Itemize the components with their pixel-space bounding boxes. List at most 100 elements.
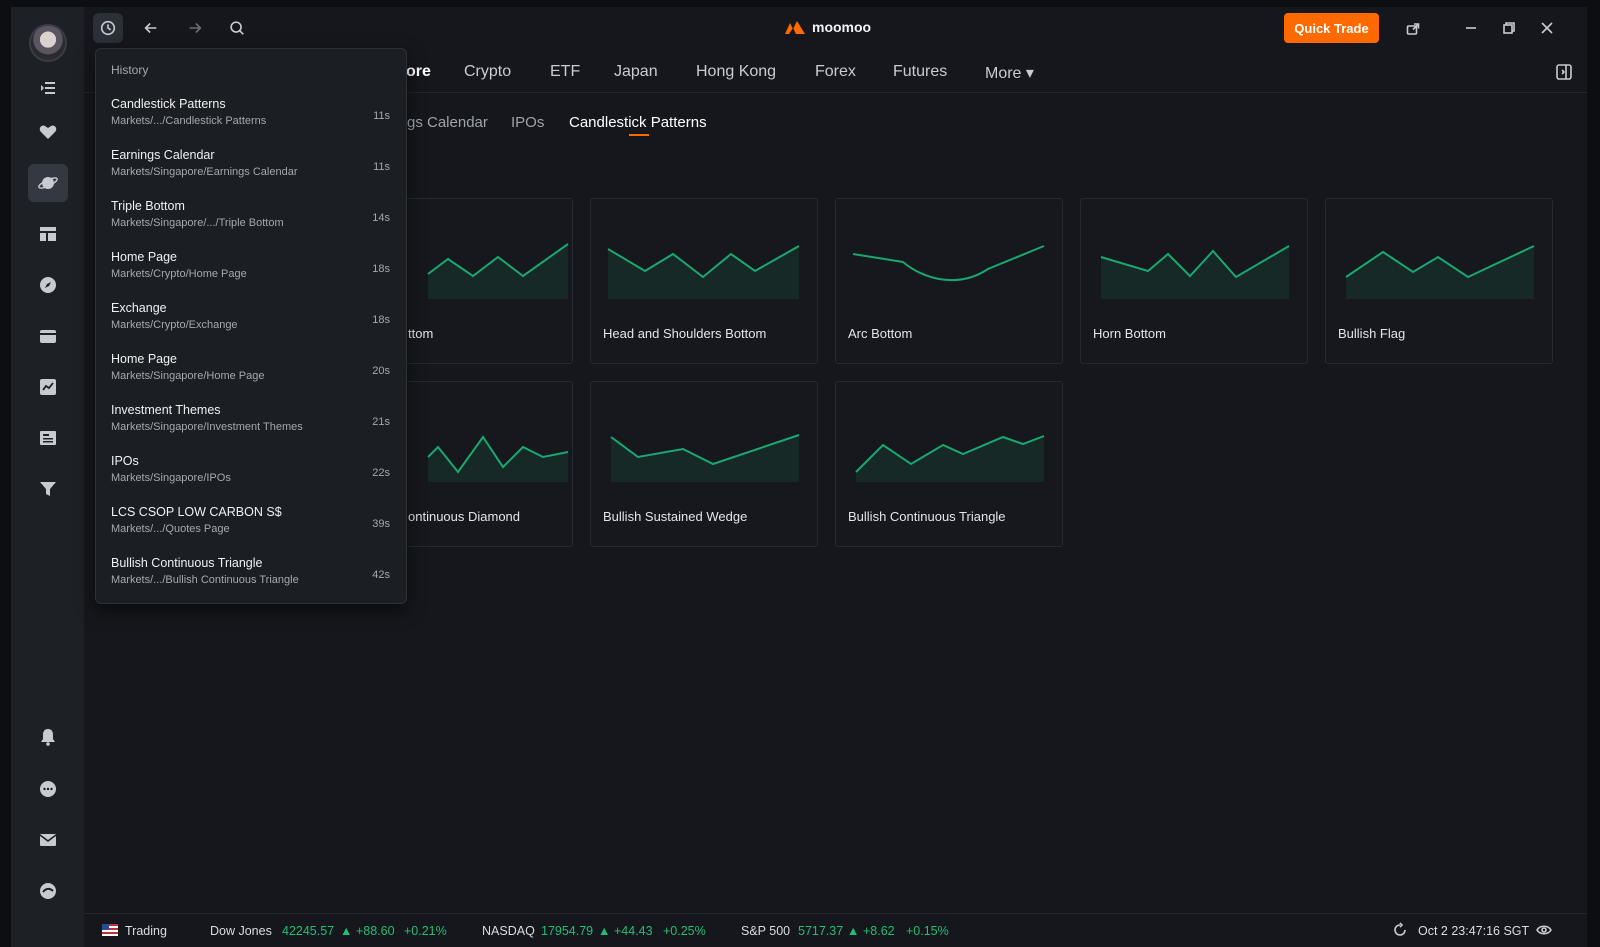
history-item-time: 11s bbox=[373, 110, 390, 122]
app-window: moomoo Quick Trade ore Crypto ETF Japan … bbox=[11, 7, 1587, 947]
nasdaq-value: 17954.79 bbox=[541, 924, 594, 938]
close-icon[interactable] bbox=[1534, 15, 1560, 41]
card-label: ontinuous Diamond bbox=[408, 509, 521, 524]
pattern-sparkline bbox=[1100, 245, 1290, 299]
history-item-time: 20s bbox=[372, 365, 390, 377]
card-label: Bullish Flag bbox=[1338, 326, 1406, 341]
history-item-title: Earnings Calendar bbox=[111, 148, 215, 162]
subtab-earnings-calendar[interactable]: gs Calendar bbox=[407, 114, 488, 131]
back-arrow-icon[interactable] bbox=[136, 13, 166, 43]
sp500-pct: +0.15% bbox=[906, 924, 949, 938]
quick-trade-button[interactable]: Quick Trade bbox=[1284, 13, 1379, 43]
refresh-icon[interactable] bbox=[1392, 922, 1408, 938]
forward-arrow-icon[interactable] bbox=[180, 13, 210, 43]
sp500-change: +8.62 bbox=[863, 924, 895, 938]
history-item-title: IPOs bbox=[111, 454, 139, 468]
history-item-time: 18s bbox=[372, 263, 390, 275]
sp500-label[interactable]: S&P 500 bbox=[741, 924, 790, 938]
history-item-title: Triple Bottom bbox=[111, 199, 185, 213]
datetime: Oct 2 23:47:16 SGT bbox=[1418, 924, 1530, 938]
expand-panel-icon[interactable] bbox=[1555, 63, 1573, 81]
history-item-time: 11s bbox=[373, 161, 390, 173]
history-icon[interactable] bbox=[93, 13, 123, 43]
tab-more[interactable]: More ▾ bbox=[985, 63, 1034, 83]
history-item-time: 21s bbox=[372, 416, 390, 428]
news-icon[interactable] bbox=[28, 419, 68, 457]
eye-icon[interactable] bbox=[1536, 922, 1552, 938]
up-arrow-icon: ▲ bbox=[598, 924, 611, 938]
history-item-time: 42s bbox=[372, 569, 390, 581]
pattern-card-arc-bottom[interactable]: Arc Bottom bbox=[835, 198, 1063, 364]
tab-japan[interactable]: Japan bbox=[614, 63, 658, 81]
pattern-card-horn-bottom[interactable]: Horn Bottom bbox=[1080, 198, 1308, 364]
history-item-time: 18s bbox=[372, 314, 390, 326]
trading-status[interactable]: Trading bbox=[125, 924, 167, 938]
history-item-time: 39s bbox=[372, 518, 390, 530]
compass-icon[interactable] bbox=[28, 266, 68, 304]
bell-icon[interactable] bbox=[28, 718, 68, 756]
history-item-title: Bullish Continuous Triangle bbox=[111, 556, 263, 570]
subtab-ipos[interactable]: IPOs bbox=[511, 114, 544, 131]
card-label: ttom bbox=[408, 326, 434, 341]
status-bar: Trading Dow Jones 42245.57 ▲ +88.60 +0.2… bbox=[84, 913, 1587, 947]
nasdaq-label[interactable]: NASDAQ bbox=[482, 924, 535, 938]
history-item-path: Markets/Singapore/Investment Themes bbox=[111, 421, 303, 433]
pattern-card-bullish-sustained-wedge[interactable]: Bullish Sustained Wedge bbox=[590, 381, 818, 547]
avatar[interactable] bbox=[29, 24, 67, 62]
history-item[interactable]: Home Page Markets/Crypto/Home Page 18s bbox=[96, 250, 406, 301]
subtab-candlestick-patterns[interactable]: Candlestick Patterns bbox=[569, 114, 707, 131]
pattern-card-bullish-continuous-triangle[interactable]: Bullish Continuous Triangle bbox=[835, 381, 1063, 547]
share-icon[interactable] bbox=[1400, 15, 1426, 41]
history-item[interactable]: Triple Bottom Markets/Singapore/.../Trip… bbox=[96, 199, 406, 250]
chat-icon[interactable] bbox=[28, 770, 68, 808]
sidebar bbox=[11, 7, 84, 947]
history-dropdown: History Candlestick Patterns Markets/...… bbox=[95, 48, 407, 604]
history-item[interactable]: Earnings Calendar Markets/Singapore/Earn… bbox=[96, 148, 406, 199]
tab-forex[interactable]: Forex bbox=[815, 63, 856, 81]
minimize-icon[interactable] bbox=[1458, 15, 1484, 41]
history-item-path: Markets/Singapore/.../Triple Bottom bbox=[111, 217, 284, 229]
top-bar: moomoo Quick Trade bbox=[84, 7, 1587, 51]
layout-icon[interactable] bbox=[28, 215, 68, 253]
pattern-card-bullish-flag[interactable]: Bullish Flag bbox=[1325, 198, 1553, 364]
history-item[interactable]: Candlestick Patterns Markets/.../Candles… bbox=[96, 97, 406, 148]
history-item[interactable]: LCS CSOP LOW CARBON S$ Markets/.../Quote… bbox=[96, 505, 406, 556]
history-item[interactable]: Exchange Markets/Crypto/Exchange 18s bbox=[96, 301, 406, 352]
pattern-sparkline bbox=[855, 435, 1045, 482]
moomoo-icon[interactable] bbox=[28, 872, 68, 910]
tab-futures[interactable]: Futures bbox=[893, 63, 947, 81]
history-item-title: Home Page bbox=[111, 352, 178, 366]
sp500-value: 5717.37 bbox=[798, 924, 844, 938]
restore-icon[interactable] bbox=[1496, 15, 1522, 41]
pattern-card-head-shoulders-bottom[interactable]: Head and Shoulders Bottom bbox=[590, 198, 818, 364]
wallet-icon[interactable] bbox=[28, 317, 68, 355]
tab-explore[interactable]: ore bbox=[406, 63, 431, 81]
history-item-path: Markets/Singapore/Home Page bbox=[111, 370, 265, 382]
tab-hong-kong[interactable]: Hong Kong bbox=[696, 63, 776, 81]
history-item[interactable]: Bullish Continuous Triangle Markets/.../… bbox=[96, 556, 406, 607]
mail-icon[interactable] bbox=[28, 821, 68, 859]
history-item[interactable]: Investment Themes Markets/Singapore/Inve… bbox=[96, 403, 406, 454]
history-item[interactable]: Home Page Markets/Singapore/Home Page 20… bbox=[96, 352, 406, 403]
tab-etf[interactable]: ETF bbox=[550, 63, 580, 81]
heart-icon[interactable] bbox=[28, 113, 68, 151]
search-icon[interactable] bbox=[222, 13, 252, 43]
history-item[interactable]: IPOs Markets/Singapore/IPOs 22s bbox=[96, 454, 406, 505]
chart-icon[interactable] bbox=[28, 368, 68, 406]
card-label: Head and Shoulders Bottom bbox=[603, 326, 767, 341]
history-item-path: Markets/Crypto/Home Page bbox=[111, 268, 247, 280]
moomoo-logo: moomoo bbox=[784, 19, 871, 35]
planet-icon[interactable] bbox=[28, 164, 68, 202]
filter-icon[interactable] bbox=[28, 470, 68, 508]
history-item-path: Markets/.../Quotes Page bbox=[111, 523, 230, 535]
dow-label[interactable]: Dow Jones bbox=[210, 924, 272, 938]
menu-indent-icon[interactable] bbox=[28, 69, 68, 107]
history-item-path: Markets/Singapore/Earnings Calendar bbox=[111, 166, 298, 178]
pattern-sparkline bbox=[1345, 245, 1535, 299]
nasdaq-change: +44.43 bbox=[614, 924, 653, 938]
tab-crypto[interactable]: Crypto bbox=[464, 63, 511, 81]
card-label: Bullish Continuous Triangle bbox=[848, 509, 1006, 524]
history-item-path: Markets/Crypto/Exchange bbox=[111, 319, 238, 331]
history-item-time: 22s bbox=[372, 467, 390, 479]
pattern-sparkline bbox=[852, 245, 1045, 282]
